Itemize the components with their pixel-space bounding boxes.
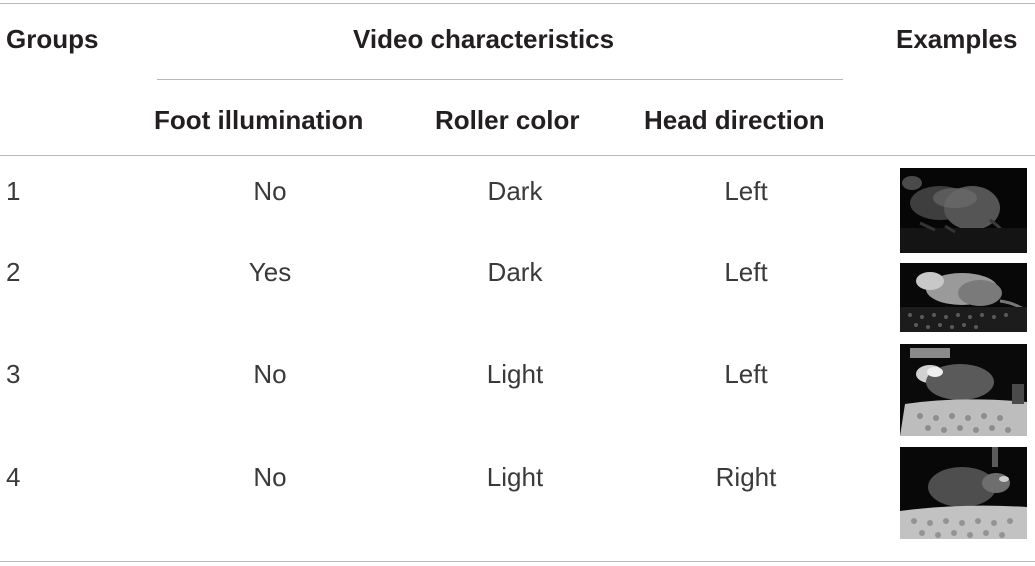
- foot-illumination-value: No: [253, 176, 287, 206]
- head-direction-value: Left: [724, 359, 768, 389]
- roller-color-value: Dark: [487, 257, 543, 287]
- head-direction-value: Left: [724, 176, 768, 206]
- foot-illumination-value: Yes: [248, 257, 292, 287]
- header-video-characteristics: Video characteristics: [353, 24, 615, 54]
- header-groups: Groups: [6, 24, 99, 54]
- group-number: 3: [6, 359, 21, 389]
- roller-color-value: Light: [486, 462, 544, 492]
- header-examples: Examples: [896, 24, 1018, 54]
- header-roller-color: Roller color: [435, 105, 580, 135]
- foot-illumination-value: No: [253, 359, 287, 389]
- example-image: [900, 168, 1027, 253]
- group-number: 4: [6, 462, 21, 492]
- head-direction-value: Left: [724, 257, 768, 287]
- group-number: 1: [6, 176, 21, 206]
- foot-illumination-value: No: [253, 462, 287, 492]
- roller-color-value: Dark: [487, 176, 543, 206]
- example-image: [900, 447, 1027, 539]
- header-foot-illumination: Foot illumination: [154, 105, 364, 135]
- table-top-rule: [0, 3, 1035, 4]
- table-bottom-rule: [0, 561, 1035, 562]
- spanner-rule: [157, 79, 843, 80]
- example-image: [900, 344, 1027, 436]
- example-image: [900, 263, 1027, 332]
- header-head-direction: Head direction: [644, 105, 825, 135]
- group-number: 2: [6, 257, 21, 287]
- roller-color-value: Light: [486, 359, 544, 389]
- head-direction-value: Right: [715, 462, 777, 492]
- header-bottom-rule: [0, 155, 1035, 156]
